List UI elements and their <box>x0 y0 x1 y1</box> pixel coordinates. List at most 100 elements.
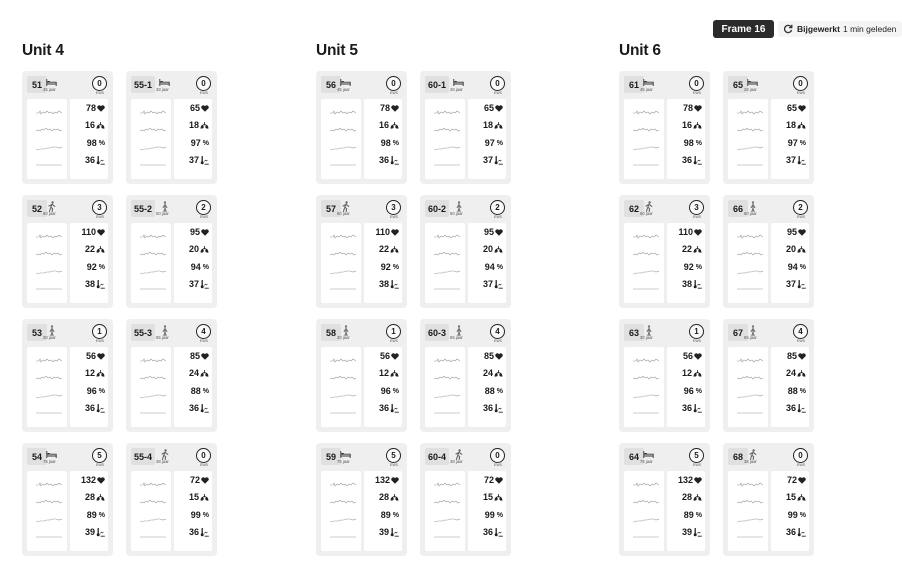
ews-score-badge: 5 <box>689 448 704 463</box>
heart-rate-trend <box>330 476 357 487</box>
ews-label: EWS <box>390 215 398 219</box>
trend-panel <box>624 223 664 303</box>
ews-label: EWS <box>494 463 502 467</box>
patient-card[interactable]: 55-1 28 jaar 0 EWS 65 18 97% 37 <box>126 71 217 184</box>
temperature-trend <box>330 528 356 538</box>
percent-icon: % <box>98 139 105 147</box>
ews-score-badge: 1 <box>92 324 107 339</box>
temperature-value-row: 38 <box>379 278 399 290</box>
patient-card[interactable]: 55-3 65 jaar 4 EWS 85 24 88% 36 <box>126 319 217 432</box>
standing-person-icon <box>643 324 654 336</box>
ews-label: EWS <box>390 91 398 95</box>
vitals-panel: 85 24 88% 36 <box>174 347 212 427</box>
spo2-value-row: 94% <box>485 261 503 273</box>
card-header: 60-2 50 jaar 2 EWS <box>425 200 506 219</box>
ews-label: EWS <box>797 91 805 95</box>
heart-icon <box>391 104 399 112</box>
heart-rate-value: 65 <box>189 103 200 113</box>
heart-rate-value: 132 <box>374 475 390 485</box>
temperature-value: 37 <box>188 279 199 289</box>
ews-label: EWS <box>494 215 502 219</box>
updated-label: Bijgewerkt <box>797 24 840 34</box>
patient-card[interactable]: 62 60 jaar 3 EWS 110 22 92% 38 <box>619 195 710 308</box>
patient-card[interactable]: 58 30 jaar 1 EWS 56 12 96% 36 <box>316 319 407 432</box>
thermometer-icon <box>693 279 702 289</box>
room-number: 55-3 <box>131 324 156 341</box>
lungs-icon <box>96 245 105 253</box>
spo2-value-row: 98% <box>684 137 702 149</box>
trend-panel <box>425 99 465 179</box>
patient-card[interactable]: 60-2 50 jaar 2 EWS 95 20 94% 37 <box>420 195 511 308</box>
patient-card[interactable]: 60-4 38 jaar 0 EWS 72 15 99% 36 <box>420 443 511 556</box>
vitals-panel: 110 22 92% 38 <box>70 223 108 303</box>
patient-card[interactable]: 64 75 jaar 5 EWS 132 28 89% 39 <box>619 443 710 556</box>
ews-score-badge: 2 <box>196 200 211 215</box>
spo2-value: 96 <box>380 386 391 396</box>
percent-icon: % <box>496 511 503 519</box>
temperature-value: 39 <box>84 527 95 537</box>
thermometer-icon <box>693 527 702 537</box>
card-header: 51 45 jaar 0 EWS <box>27 76 108 95</box>
temperature-value: 37 <box>482 155 493 165</box>
heart-rate-value-row: 132 <box>678 474 702 486</box>
lungs-icon <box>96 493 105 501</box>
spo2-value: 89 <box>683 510 694 520</box>
thermometer-icon <box>96 403 105 413</box>
patient-card[interactable]: 67 65 jaar 4 EWS 85 24 88% 36 <box>723 319 814 432</box>
resp-rate-trend <box>329 121 357 132</box>
heart-rate-value: 78 <box>379 103 390 113</box>
temperature-trend <box>36 280 62 290</box>
patient-card[interactable]: 66 50 jaar 2 EWS 95 20 94% 37 <box>723 195 814 308</box>
patient-card[interactable]: 68 38 jaar 0 EWS 72 15 99% 36 <box>723 443 814 556</box>
percent-icon: % <box>799 387 806 395</box>
heart-rate-trend <box>633 104 660 115</box>
lungs-icon <box>390 493 399 501</box>
ews-label: EWS <box>200 91 208 95</box>
patient-card[interactable]: 60-1 28 jaar 0 EWS 65 18 97% 37 <box>420 71 511 184</box>
patient-age: 30 jaar <box>337 335 350 340</box>
patient-card[interactable]: 60-3 65 jaar 4 EWS 85 24 88% 36 <box>420 319 511 432</box>
patient-card[interactable]: 52 60 jaar 3 EWS 110 22 92% 38 <box>22 195 113 308</box>
vitals-panel: 65 18 97% 37 <box>468 99 506 179</box>
spo2-trend <box>736 511 764 523</box>
patient-card[interactable]: 57 60 jaar 3 EWS 110 22 92% 38 <box>316 195 407 308</box>
resp-rate-value: 12 <box>378 368 389 378</box>
ews-label: EWS <box>693 463 701 467</box>
spo2-value: 92 <box>380 262 391 272</box>
patient-card[interactable]: 55-2 50 jaar 2 EWS 95 20 94% 37 <box>126 195 217 308</box>
heart-rate-value: 85 <box>786 351 797 361</box>
trend-panel <box>27 347 67 427</box>
last-updated-indicator[interactable]: Bijgewerkt 1 min geleden <box>778 21 902 37</box>
resp-rate-value: 15 <box>785 492 796 502</box>
ews-score-badge: 3 <box>386 200 401 215</box>
heart-rate-value-row: 65 <box>484 102 503 114</box>
walking-person-icon <box>46 200 57 212</box>
heart-rate-value: 95 <box>786 227 797 237</box>
heart-rate-value: 132 <box>80 475 96 485</box>
temperature-value: 37 <box>785 155 796 165</box>
card-header: 63 30 jaar 1 EWS <box>624 324 705 343</box>
patient-card[interactable]: 63 30 jaar 1 EWS 56 12 96% 36 <box>619 319 710 432</box>
spo2-value-row: 98% <box>381 137 399 149</box>
patient-card[interactable]: 51 45 jaar 0 EWS 78 16 98% 36 <box>22 71 113 184</box>
patient-card[interactable]: 61 45 jaar 0 EWS 78 16 98% 36 <box>619 71 710 184</box>
patient-card[interactable]: 59 75 jaar 5 EWS 132 28 89% 39 <box>316 443 407 556</box>
heart-rate-value-row: 95 <box>190 226 209 238</box>
lungs-icon <box>390 369 399 377</box>
patient-card[interactable]: 65 28 jaar 0 EWS 65 18 97% 37 <box>723 71 814 184</box>
heart-icon <box>694 104 702 112</box>
percent-icon: % <box>202 387 209 395</box>
temperature-trend <box>330 280 356 290</box>
patient-card[interactable]: 53 30 jaar 1 EWS 56 12 96% 36 <box>22 319 113 432</box>
patient-card[interactable]: 55-4 38 jaar 0 EWS 72 15 99% 36 <box>126 443 217 556</box>
patient-card[interactable]: 54 75 jaar 5 EWS 132 28 89% 39 <box>22 443 113 556</box>
heart-rate-value-row: 72 <box>190 474 209 486</box>
resp-rate-value-row: 20 <box>483 243 503 255</box>
patient-card[interactable]: 56 45 jaar 0 EWS 78 16 98% 36 <box>316 71 407 184</box>
temperature-value-row: 37 <box>786 278 806 290</box>
vitals-panel: 95 20 94% 37 <box>468 223 506 303</box>
vitals-panel: 65 18 97% 37 <box>771 99 809 179</box>
lungs-icon <box>494 245 503 253</box>
thermometer-icon <box>96 527 105 537</box>
temperature-value-row: 36 <box>786 402 806 414</box>
